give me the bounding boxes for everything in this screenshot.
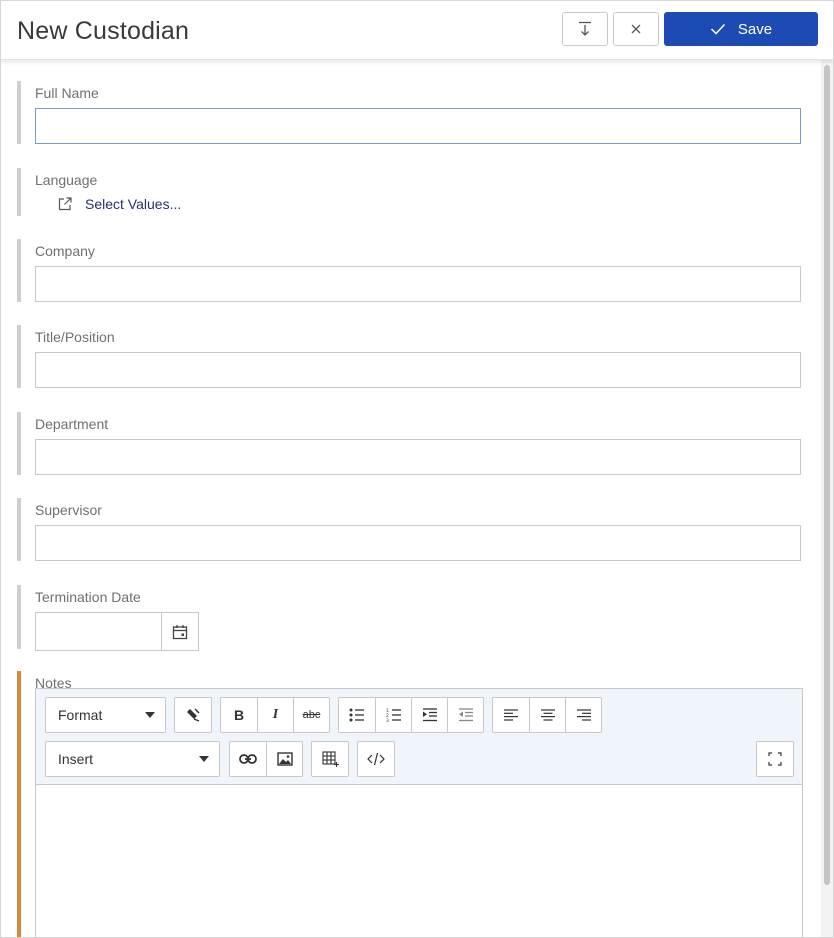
external-link-icon [58,197,72,211]
bullet-list-icon [349,708,364,722]
termination-date-input[interactable] [35,612,199,651]
alignment-group [492,697,602,733]
source-code-button[interactable] [358,742,394,776]
format-dropdown-label: Format [58,707,103,723]
italic-button[interactable]: I [257,698,293,732]
collapse-down-icon [579,21,591,36]
full-name-input[interactable] [35,108,801,144]
insert-media-group [229,741,303,777]
checkmark-icon [710,23,725,35]
fullscreen-icon [768,752,782,766]
field-full-name: Full Name [17,81,803,145]
termination-date-label: Termination Date [35,589,141,605]
clear-format-button[interactable] [175,698,211,732]
clear-format-group [174,697,212,733]
align-center-button[interactable] [529,698,565,732]
company-label: Company [35,243,95,259]
outdent-icon [458,708,473,722]
field-company: Company [17,239,803,303]
close-button[interactable] [613,12,659,46]
page-title: New Custodian [17,17,190,45]
field-indicator-bar [17,585,21,649]
field-indicator-bar-active [17,671,21,937]
supervisor-input[interactable] [35,525,801,561]
field-indicator-bar [17,168,21,216]
insert-table-group [311,741,349,777]
image-icon [276,752,293,766]
custodian-form-panel: New Custodian Save Full Name Language Se… [0,0,834,938]
source-code-group [357,741,395,777]
department-input[interactable] [35,439,801,475]
indent-icon [422,708,437,722]
numbered-list-button[interactable]: 1 2 3 [375,698,411,732]
outdent-button[interactable] [447,698,483,732]
table-icon [321,750,339,767]
notes-editor-content[interactable] [36,785,802,937]
caret-down-icon [145,712,155,718]
fullscreen-button[interactable] [757,742,793,776]
caret-down-icon [199,756,209,762]
insert-dropdown[interactable]: Insert [45,741,220,777]
link-icon [239,754,257,764]
bullet-list-button[interactable] [339,698,375,732]
vertical-scrollbar[interactable] [821,59,833,937]
numbered-list-icon: 1 2 3 [386,708,401,722]
panel-header: New Custodian Save [1,1,833,60]
align-center-icon [540,709,555,721]
full-name-label: Full Name [35,85,99,101]
calendar-button[interactable] [161,613,198,650]
field-department: Department [17,412,803,476]
align-right-icon [576,709,591,721]
bold-button[interactable]: B [221,698,257,732]
field-supervisor: Supervisor [17,498,803,562]
align-right-button[interactable] [565,698,601,732]
field-language: Language Select Values... [17,168,803,218]
field-termination-date: Termination Date [17,585,803,651]
field-indicator-bar [17,325,21,388]
insert-table-button[interactable] [312,742,348,776]
calendar-icon [172,624,188,639]
insert-image-button[interactable] [266,742,302,776]
save-label: Save [737,20,773,38]
fullscreen-group [756,741,794,777]
text-style-group: B I abc [220,697,330,733]
editor-toolbar: Format B I abc 1 2 3 Insert [36,689,802,785]
svg-text:3: 3 [386,718,389,722]
indent-button[interactable] [411,698,447,732]
code-icon [367,752,385,766]
field-indicator-bar [17,412,21,475]
format-dropdown[interactable]: Format [45,697,166,733]
select-values-text: Select Values... [85,196,182,212]
company-input[interactable] [35,266,801,302]
language-label: Language [35,172,98,188]
select-values-link[interactable]: Select Values... [57,196,181,212]
align-left-button[interactable] [493,698,529,732]
insert-dropdown-label: Insert [58,751,94,767]
department-label: Department [35,416,109,432]
save-button[interactable]: Save [664,12,818,46]
scrollbar-thumb[interactable] [824,65,830,885]
notes-rich-text-editor: Format B I abc 1 2 3 Insert [35,688,803,937]
align-left-icon [504,709,518,721]
supervisor-label: Supervisor [35,502,102,518]
field-indicator-bar [17,498,21,561]
title-position-input[interactable] [35,352,801,388]
field-notes: Notes Format B I abc 1 2 3 Insert [17,671,803,937]
field-indicator-bar [17,81,21,144]
title-position-label: Title/Position [35,329,115,345]
close-icon [631,24,641,34]
list-indent-group: 1 2 3 [338,697,484,733]
field-title-position: Title/Position [17,325,803,389]
field-indicator-bar [17,239,21,302]
collapse-button[interactable] [562,12,608,46]
eraser-icon [187,708,200,722]
strikethrough-button[interactable]: abc [293,698,329,732]
insert-link-button[interactable] [230,742,266,776]
